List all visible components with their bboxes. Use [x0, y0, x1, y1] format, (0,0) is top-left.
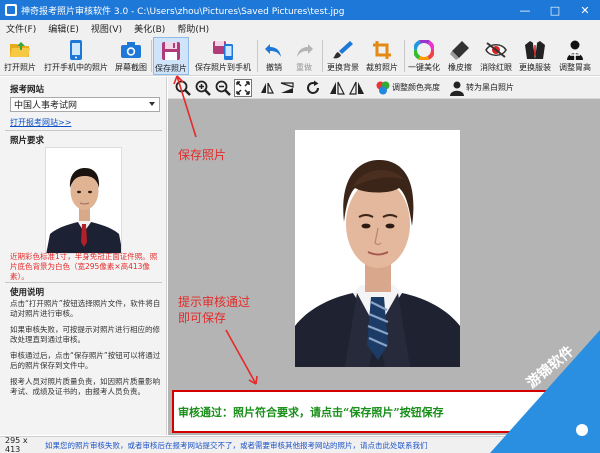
- sample-photo-thumbnail: [45, 147, 122, 254]
- watermark-logo: [490, 330, 600, 453]
- camera-icon: [119, 39, 143, 61]
- paint-brush-icon: [331, 39, 355, 61]
- mirror-right-icon[interactable]: [348, 79, 366, 97]
- menu-bar: 文件(F) 编辑(E) 视图(V) 美化(B) 帮助(H): [0, 20, 600, 36]
- adjust-color-label[interactable]: 调整颜色亮度: [392, 82, 440, 93]
- zoom-out-icon[interactable]: [214, 79, 232, 97]
- crop-photo-button[interactable]: 裁剪照片: [364, 37, 400, 75]
- eraser-icon: [448, 39, 472, 61]
- undo-icon: [262, 39, 286, 61]
- eraser-button[interactable]: 橡皮擦: [445, 37, 475, 75]
- usage-paragraph: 点击“打开照片”按钮选择照片文件，软件将自动对照片进行审核。: [10, 299, 161, 318]
- toolbar-divider: [404, 40, 405, 72]
- folder-open-icon: [8, 39, 32, 61]
- window-title: 神奇报考照片审核软件 3.0 - C:\Users\zhou\Pictures\…: [21, 6, 345, 17]
- title-bar: 神奇报考照片审核软件 3.0 - C:\Users\zhou\Pictures\…: [0, 0, 600, 20]
- save-annotation: 保存照片: [178, 148, 227, 162]
- flip-horizontal-icon[interactable]: [258, 79, 276, 97]
- color-wheel-icon: [412, 39, 436, 61]
- main-toolbar: 打开照片 打开手机中的照片 屏幕截图 保存照片 保存照片到手机 撤销 重做 更换…: [0, 36, 600, 76]
- black-white-label[interactable]: 转为黑白照片: [466, 82, 514, 93]
- left-panel: 报考网站 中国人事考试网 打开报考网站>> 照片要求 近期彩色标准1寸，半身免冠…: [0, 77, 167, 435]
- usage-paragraph: 如果审核失败，可按提示对照片进行相应的修改处理直到通过审核。: [10, 325, 160, 344]
- open-photo-button[interactable]: 打开照片: [2, 37, 38, 75]
- menu-view[interactable]: 视图(V): [85, 22, 128, 35]
- fit-window-icon[interactable]: [234, 79, 252, 97]
- app-icon: [5, 4, 17, 16]
- divider: [5, 130, 162, 131]
- person-icon: [563, 39, 587, 61]
- usage-instructions: 点击“打开照片”按钮选择照片文件，软件将自动对照片进行审核。 如果审核失败，可按…: [10, 299, 162, 403]
- redo-button[interactable]: 重做: [290, 37, 318, 75]
- save-disk-icon: [159, 40, 183, 62]
- menu-edit[interactable]: 编辑(E): [42, 22, 85, 35]
- suit-icon: [523, 39, 547, 61]
- screenshot-button[interactable]: 屏幕截图: [113, 37, 149, 75]
- toolbar-divider: [322, 40, 323, 72]
- usage-paragraph: 审核通过后，点击“保存照片”按钮可以将通过后的照片保存到文件中。: [10, 351, 161, 370]
- hint-annotation-line2: 即可保存: [178, 311, 227, 325]
- remove-red-eye-button[interactable]: 消除红眼: [478, 37, 514, 75]
- review-result-text: 审核通过：照片符合要求，请点击“保存照片”按钮保存: [178, 405, 444, 419]
- site-section-title: 报考网站: [10, 85, 45, 95]
- save-photo-button[interactable]: 保存照片: [153, 37, 189, 75]
- red-eye-icon: [484, 39, 508, 61]
- hint-annotation-line1: 提示审核通过: [178, 295, 251, 309]
- rotate-icon[interactable]: [304, 79, 322, 97]
- maximize-button[interactable]: □: [540, 0, 570, 20]
- person-bw-icon[interactable]: [448, 79, 466, 97]
- beautify-button[interactable]: 一键美化: [406, 37, 442, 75]
- zoom-tool-icon[interactable]: [174, 79, 192, 97]
- crop-icon: [370, 39, 394, 61]
- color-adjust-icon[interactable]: [374, 79, 392, 97]
- divider: [5, 282, 162, 283]
- save-to-phone-button[interactable]: 保存照片到手机: [192, 37, 254, 75]
- menu-help[interactable]: 帮助(H): [171, 22, 215, 35]
- menu-file[interactable]: 文件(F): [0, 22, 42, 35]
- undo-button[interactable]: 撤销: [260, 37, 288, 75]
- change-background-button[interactable]: 更换背景: [325, 37, 361, 75]
- flip-vertical-icon[interactable]: [278, 79, 296, 97]
- mirror-left-icon[interactable]: [328, 79, 346, 97]
- requirements-section-title: 照片要求: [10, 136, 45, 146]
- usage-paragraph: 报考人员对照片质量负责，如因照片质量影响考试、成绩及证书的，由报考人员负责。: [10, 377, 160, 396]
- minimize-button[interactable]: —: [510, 0, 540, 20]
- redo-icon: [292, 39, 316, 61]
- usage-section-title: 使用说明: [10, 288, 45, 298]
- edited-photo: [295, 130, 460, 367]
- site-select[interactable]: 中国人事考试网: [10, 97, 160, 112]
- adjust-size-button[interactable]: 调整胃高: [555, 37, 595, 75]
- open-phone-photo-button[interactable]: 打开手机中的照片: [40, 37, 112, 75]
- zoom-in-icon[interactable]: [194, 79, 212, 97]
- menu-beautify[interactable]: 美化(B): [128, 22, 171, 35]
- open-site-link[interactable]: 打开报考网站>>: [10, 117, 71, 128]
- contact-link[interactable]: 如果您的照片审核失败，或者审核后在报考网站提交不了，或者需要审核其他报考网站的照…: [45, 440, 428, 451]
- requirements-note: 近期彩色标准1寸，半身免冠正面证件照。照片底色背景为白色（宽295像素×高413…: [10, 252, 158, 281]
- phone-icon: [64, 39, 88, 61]
- save-phone-icon: [211, 39, 235, 61]
- toolbar-divider: [151, 40, 152, 72]
- image-toolbar: 调整颜色亮度 转为黑白照片: [168, 77, 600, 99]
- close-button[interactable]: ✕: [570, 0, 600, 20]
- change-clothes-button[interactable]: 更换服装: [517, 37, 553, 75]
- image-size-readout: 295 x 413: [5, 436, 28, 453]
- site-select-value: 中国人事考试网: [14, 101, 78, 111]
- chevron-down-icon: [149, 102, 155, 106]
- toolbar-divider: [257, 40, 258, 72]
